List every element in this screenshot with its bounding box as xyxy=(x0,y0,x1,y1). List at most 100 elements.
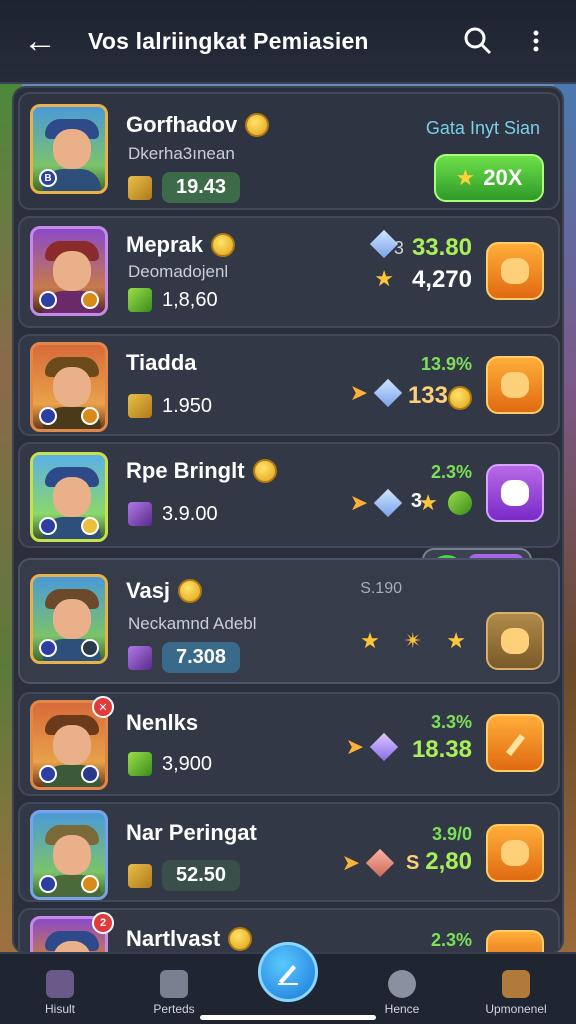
player-stat: 3,900 xyxy=(128,752,212,776)
stat-big: 18.38 xyxy=(411,736,472,763)
gem-icon xyxy=(128,863,152,888)
link-text[interactable]: Gata Inyt Sian xyxy=(426,118,540,139)
gem-icon xyxy=(128,394,152,418)
reward-icons xyxy=(369,229,399,259)
player-name: Rpe Bringlt xyxy=(126,458,277,484)
arrow-icon: ➤ xyxy=(345,734,364,759)
page-title: Vos lalriingkat Pemiasien xyxy=(88,27,369,54)
player-name: Nartlvast xyxy=(126,926,253,952)
stat-percent: 13.9% xyxy=(420,354,472,374)
avatar xyxy=(30,342,108,432)
leaderboard-panel: B Gorfhadov Dkerha3ınean 19.43 Gata Inyt… xyxy=(12,86,564,954)
coin-icon xyxy=(448,386,472,410)
coin-icon xyxy=(252,459,277,483)
player-subtitle: Deomadojenl xyxy=(128,262,229,281)
player-subtitle: Dkerha3ınean xyxy=(128,144,235,163)
avatar xyxy=(30,574,108,664)
notification-badge-icon: 2 xyxy=(92,912,114,934)
top-bar: ← Vos lalriingkat Pemiasien xyxy=(0,0,576,84)
list-item[interactable]: Rpe Bringlt 3.9.00 ➤ 2.3% 3 ★ xyxy=(18,442,560,548)
close-badge-icon[interactable]: ✕ xyxy=(92,696,114,718)
home-indicator xyxy=(200,1015,376,1020)
avatar: B xyxy=(30,104,108,194)
coin-icon xyxy=(211,233,236,257)
player-name: Nenlks xyxy=(126,710,199,735)
tab-upmonenel[interactable]: Upmonenel xyxy=(476,970,556,1016)
arrow-icon: ➤ xyxy=(349,380,368,405)
star-icon: ★ xyxy=(360,628,380,653)
boost-button[interactable]: ★ 20X xyxy=(434,154,544,202)
house-icon xyxy=(46,970,74,998)
arrow-icon: ➤ xyxy=(341,850,360,875)
search-icon[interactable] xyxy=(458,21,498,61)
player-stat: 1.950 xyxy=(128,394,212,418)
badge-icon: B xyxy=(39,169,57,187)
action-button[interactable] xyxy=(486,356,544,414)
tab-hence[interactable]: Hence xyxy=(362,970,442,1016)
diamond-icon xyxy=(369,732,399,762)
coin-icon xyxy=(178,579,203,603)
edit-button[interactable] xyxy=(486,714,544,772)
stat-big: 2,80 xyxy=(425,848,472,875)
stat-percent: 33.80 xyxy=(411,234,472,261)
coin-icon xyxy=(228,927,253,951)
tab-home[interactable]: Hisult xyxy=(20,970,100,1016)
stat-percent: 2.3% xyxy=(430,930,472,950)
star-icon: ★ xyxy=(374,266,394,291)
player-name: Gorfhadov xyxy=(126,112,270,138)
faded-value: S.190 xyxy=(360,580,402,597)
action-button[interactable] xyxy=(486,612,544,670)
player-subtitle: Neckamnd Adebl xyxy=(128,614,257,633)
player-name: Meprak xyxy=(126,232,236,258)
pencil-icon xyxy=(278,965,298,985)
avatar xyxy=(30,452,108,542)
player-name: Nar Peringat xyxy=(126,820,257,845)
action-button[interactable] xyxy=(486,464,544,522)
avatar xyxy=(30,810,108,900)
chest-icon xyxy=(502,970,530,998)
tab-perteds[interactable]: Perteds xyxy=(134,970,214,1016)
more-vertical-icon[interactable] xyxy=(516,21,556,61)
globe-icon xyxy=(388,970,416,998)
list-item[interactable]: ✕ Nenlks 3,900 ➤ 3.3% 18.38 xyxy=(18,692,560,796)
book-icon xyxy=(160,970,188,998)
diamond-icon xyxy=(365,848,395,878)
diamond-icon xyxy=(373,488,403,518)
slime-icon xyxy=(448,491,472,515)
list-item[interactable]: Tiadda 1.950 ➤ 13.9% 133 xyxy=(18,334,560,436)
player-stat: 19.43 xyxy=(128,172,241,203)
star-icon: ✴ xyxy=(403,628,423,653)
star-icon: ★ xyxy=(446,628,466,653)
list-item-top[interactable]: B Gorfhadov Dkerha3ınean 19.43 Gata Inyt… xyxy=(18,92,560,210)
action-button[interactable] xyxy=(486,242,544,300)
stat-big: 133 xyxy=(407,382,448,409)
gem-icon xyxy=(128,752,152,776)
player-stat: 7.308 xyxy=(128,642,241,673)
gem-icon xyxy=(128,175,152,200)
gem-icon xyxy=(128,502,152,526)
gem-icon xyxy=(128,288,152,312)
action-button[interactable] xyxy=(486,824,544,882)
player-stat: 3.9.00 xyxy=(128,502,218,526)
stat-percent: 3.9/0 xyxy=(431,824,472,844)
list-item[interactable]: Meprak Deomadojenl 1,8,60 ★ 3 33.80 4,27… xyxy=(18,216,560,328)
coin-icon xyxy=(245,113,270,137)
player-name: Tiadda xyxy=(126,350,197,375)
player-name: Vasj xyxy=(126,578,203,604)
back-arrow-icon[interactable]: ← xyxy=(20,21,60,61)
list-item[interactable]: Vasj S.190 Neckamnd Adebl 7.308 ★ ✴ ★ xyxy=(18,558,560,684)
player-stat: 1,8,60 xyxy=(128,288,218,312)
stat-big: 4,270 xyxy=(411,266,472,293)
list-item[interactable]: Nar Peringat 52.50 ➤ 3.9/0 S 2,80 xyxy=(18,802,560,902)
star-icon: ★ xyxy=(418,490,438,515)
diamond-icon xyxy=(373,378,403,408)
stat-small: 3 xyxy=(393,237,404,258)
avatar xyxy=(30,226,108,316)
star-icon: ★ xyxy=(455,165,476,190)
stat-percent: 3.3% xyxy=(430,712,472,732)
gem-icon xyxy=(128,645,152,670)
player-stat: 52.50 xyxy=(128,860,241,891)
action-button[interactable] xyxy=(486,930,544,952)
stat-percent: 2.3% xyxy=(430,462,472,482)
edit-fab-button[interactable] xyxy=(258,942,318,1002)
